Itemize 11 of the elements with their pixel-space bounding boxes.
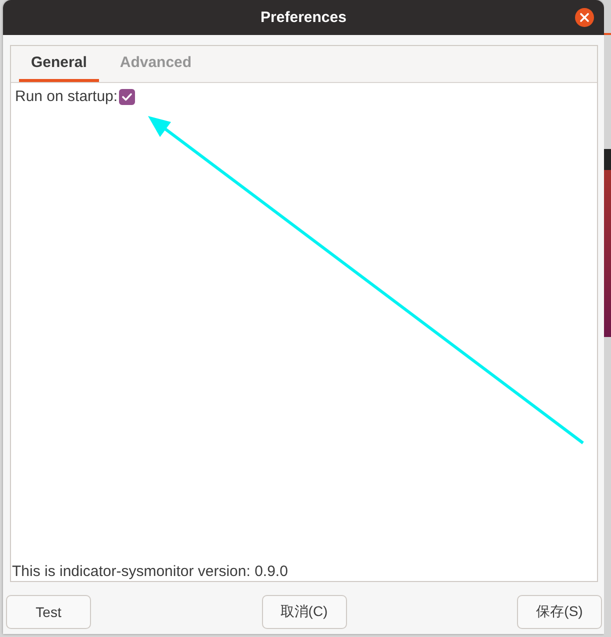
- window-title: Preferences: [260, 9, 346, 26]
- version-text: This is indicator-sysmonitor version: 0.9.0: [12, 563, 289, 581]
- dialog-button[interactable]: Test: [6, 595, 91, 629]
- checkbox[interactable]: [118, 88, 135, 104]
- close-icon: [575, 8, 594, 27]
- tab[interactable]: General: [19, 46, 99, 82]
- checkbox-label: Run on startup:: [15, 88, 118, 105]
- close-button[interactable]: [575, 8, 594, 27]
- dialog-button[interactable]: 取消(C): [262, 595, 346, 629]
- dialog-button[interactable]: 保存(S): [517, 595, 602, 629]
- checkmark-icon: [122, 92, 132, 100]
